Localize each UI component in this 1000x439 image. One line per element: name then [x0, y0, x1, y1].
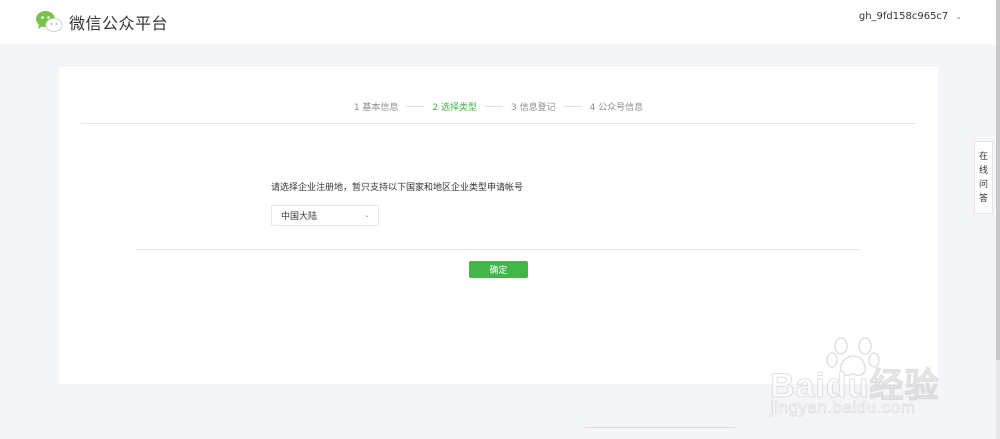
steps-divider [81, 123, 916, 124]
region-question: 请选择企业注册地，暂只支持以下国家和地区企业类型申请帐号 [271, 183, 524, 193]
scrollbar[interactable] [996, 0, 1000, 439]
top-bar: 微信公众平台 gh_9fd158c965c7 ⌄ [0, 0, 1000, 44]
wechat-logo-icon [35, 10, 63, 34]
step-account-info: 4 公众号信息 [589, 102, 644, 113]
chevron-down-icon: ⌄ [955, 12, 962, 21]
qa-char: 问 [978, 179, 988, 190]
watermark-url: jingyan.baidu.com [770, 398, 916, 418]
qa-char: 在 [978, 151, 988, 162]
step-separator [563, 105, 582, 107]
step-separator [406, 105, 425, 107]
form-divider [136, 249, 860, 250]
region-select[interactable]: 中国大陆 ⌄ [271, 205, 379, 226]
step-info-registration: 3 信息登记 [511, 102, 556, 113]
brand[interactable]: 微信公众平台 [35, 9, 168, 35]
scrollbar-thumb[interactable] [996, 0, 1000, 360]
confirm-button[interactable]: 确定 [469, 261, 528, 278]
bottom-divider [585, 427, 735, 428]
registration-panel: 1 基本信息 2 选择类型 3 信息登记 4 公众号信息 请选择企业注册地，暂只… [59, 67, 938, 384]
online-qa-tab[interactable]: 在 线 问 答 [974, 141, 993, 214]
qa-char: 答 [978, 193, 988, 204]
account-menu[interactable]: gh_9fd158c965c7 ⌄ [859, 11, 962, 22]
qa-char: 线 [978, 165, 988, 176]
step-indicator: 1 基本信息 2 选择类型 3 信息登记 4 公众号信息 [59, 96, 938, 116]
baidu-watermark: Baidu经验 jingyan.baidu.com [769, 337, 950, 422]
step-separator [485, 105, 503, 107]
account-name: gh_9fd158c965c7 [858, 11, 949, 22]
brand-title: 微信公众平台 [69, 14, 169, 33]
region-select-value: 中国大陆 [281, 212, 318, 222]
chevron-down-icon: ⌄ [364, 211, 370, 219]
step-basic-info: 1 基本信息 [353, 102, 399, 113]
step-select-type: 2 选择类型 [432, 102, 477, 113]
